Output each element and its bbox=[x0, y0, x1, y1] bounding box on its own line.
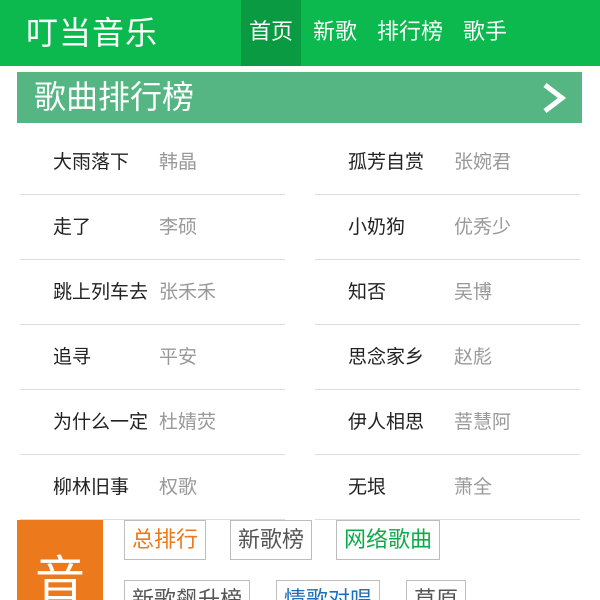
song-item[interactable]: 伊人相思 菩慧阿 bbox=[315, 390, 580, 455]
song-artist: 优秀少 bbox=[454, 216, 512, 238]
song-artist: 张婉君 bbox=[454, 151, 512, 173]
nav-home[interactable]: 首页 bbox=[241, 0, 302, 66]
song-title: 跳上列车去 bbox=[53, 281, 149, 303]
header-bar: 叮当音乐 首页 新歌 排行榜 歌手 bbox=[0, 0, 600, 66]
song-item[interactable]: 追寻 平安 bbox=[20, 325, 285, 390]
song-title: 思念家乡 bbox=[348, 346, 425, 368]
song-item[interactable]: 柳林旧事 权歌 bbox=[20, 455, 285, 520]
song-item[interactable]: 走了 李硕 bbox=[20, 195, 285, 260]
song-artist: 菩慧阿 bbox=[454, 411, 512, 433]
song-title: 知否 bbox=[348, 281, 387, 303]
song-artist: 杜婧荧 bbox=[159, 411, 217, 433]
page: 叮当音乐 首页 新歌 排行榜 歌手 歌曲排行榜 大雨落下 韩晶 孤芳自赏 张婉君… bbox=[0, 0, 600, 600]
tag-top-chart[interactable]: 总排行 bbox=[124, 520, 207, 560]
nav-new-songs[interactable]: 新歌 bbox=[305, 0, 365, 66]
song-title: 为什么一定 bbox=[53, 411, 149, 433]
song-item[interactable]: 孤芳自赏 张婉君 bbox=[315, 130, 580, 195]
chevron-right-icon[interactable] bbox=[540, 83, 568, 113]
song-title: 大雨落下 bbox=[53, 151, 130, 173]
song-artist: 李硕 bbox=[159, 216, 198, 238]
song-item[interactable]: 思念家乡 赵彪 bbox=[315, 325, 580, 390]
song-item[interactable]: 小奶狗 优秀少 bbox=[315, 195, 580, 260]
nav-charts[interactable]: 排行榜 bbox=[369, 0, 451, 66]
song-title: 无垠 bbox=[348, 476, 387, 498]
song-artist: 张禾禾 bbox=[159, 281, 217, 303]
song-artist: 吴博 bbox=[454, 281, 493, 303]
app-logo[interactable]: 叮当音乐 bbox=[26, 11, 158, 55]
song-artist: 赵彪 bbox=[454, 346, 493, 368]
song-title: 伊人相思 bbox=[348, 411, 425, 433]
category-block: 音 bbox=[17, 520, 103, 600]
song-title: 孤芳自赏 bbox=[348, 151, 425, 173]
song-title: 追寻 bbox=[53, 346, 92, 368]
nav-singers[interactable]: 歌手 bbox=[455, 0, 515, 66]
song-title: 小奶狗 bbox=[348, 216, 406, 238]
song-item[interactable]: 为什么一定 杜婧荧 bbox=[20, 390, 285, 455]
song-item[interactable]: 跳上列车去 张禾禾 bbox=[20, 260, 285, 325]
song-list: 大雨落下 韩晶 孤芳自赏 张婉君 走了 李硕 小奶狗 优秀少 跳上列车去 张禾禾… bbox=[20, 130, 580, 520]
tag-love-duets[interactable]: 情歌对唱 bbox=[276, 580, 381, 600]
song-item[interactable]: 知否 吴博 bbox=[315, 260, 580, 325]
tag-rising-chart[interactable]: 新歌飙升榜 bbox=[124, 580, 251, 600]
chart-banner[interactable]: 歌曲排行榜 bbox=[17, 72, 582, 123]
song-item[interactable]: 无垠 萧全 bbox=[315, 455, 580, 520]
tag-grassland[interactable]: 草原 bbox=[406, 580, 467, 600]
song-artist: 平安 bbox=[159, 346, 198, 368]
category-block-char: 音 bbox=[35, 551, 85, 600]
tag-new-songs-chart[interactable]: 新歌榜 bbox=[230, 520, 313, 560]
song-artist: 韩晶 bbox=[159, 151, 198, 173]
tag-internet-songs[interactable]: 网络歌曲 bbox=[336, 520, 441, 560]
song-title: 走了 bbox=[53, 216, 92, 238]
song-item[interactable]: 大雨落下 韩晶 bbox=[20, 130, 285, 195]
song-artist: 萧全 bbox=[454, 476, 493, 498]
main-nav: 首页 新歌 排行榜 歌手 bbox=[241, 0, 519, 66]
song-artist: 权歌 bbox=[159, 476, 198, 498]
song-title: 柳林旧事 bbox=[53, 476, 130, 498]
chart-banner-title: 歌曲排行榜 bbox=[34, 78, 195, 116]
